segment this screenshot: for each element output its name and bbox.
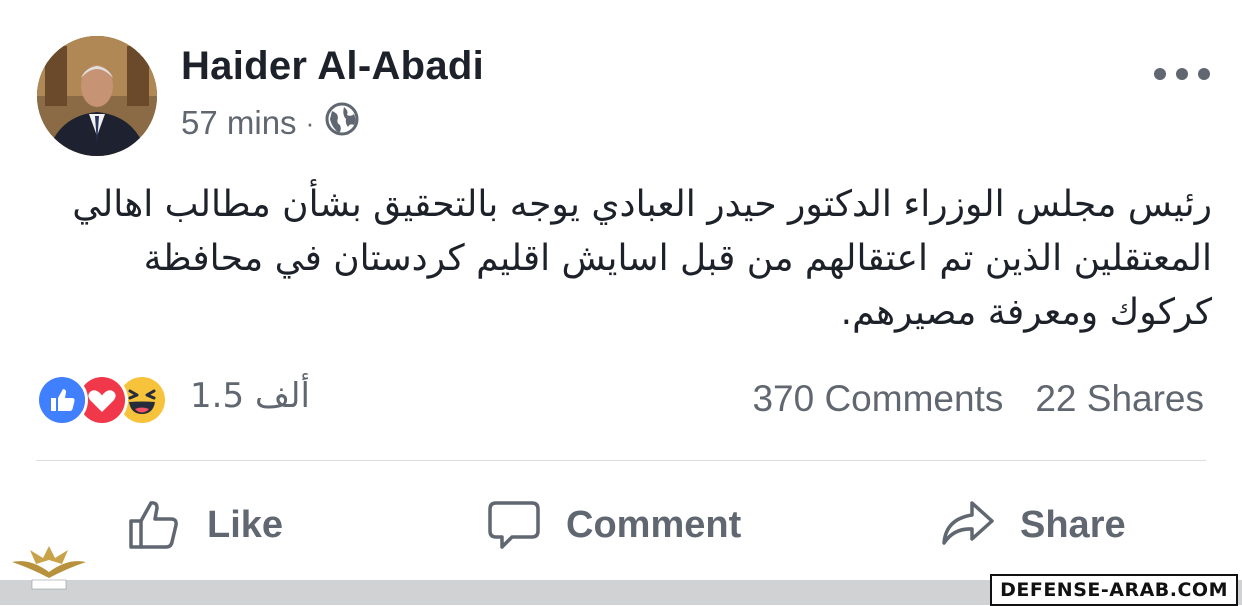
- globe-icon: [324, 101, 360, 145]
- post-time[interactable]: 57 mins: [181, 104, 297, 142]
- author-avatar[interactable]: [37, 36, 157, 156]
- author-name[interactable]: Haider Al-Abadi: [181, 44, 484, 89]
- like-label: Like: [207, 503, 284, 546]
- comments-count[interactable]: 370 Comments: [752, 378, 1003, 420]
- forum-logo: [12, 546, 86, 590]
- divider: [36, 460, 1206, 461]
- more-dot: [1176, 68, 1188, 80]
- more-dot: [1198, 68, 1210, 80]
- more-dot: [1154, 68, 1166, 80]
- share-arrow-icon: [940, 497, 996, 553]
- post-stats: 370 Comments 22 Shares: [752, 378, 1204, 420]
- more-options-icon[interactable]: [1154, 64, 1210, 84]
- comment-label: Comment: [566, 503, 742, 546]
- shares-count[interactable]: 22 Shares: [1035, 378, 1204, 420]
- meta-separator: ·: [305, 107, 315, 138]
- share-button[interactable]: Share: [940, 495, 1126, 555]
- thumbs-up-icon: [127, 497, 183, 553]
- comment-bubble-icon: [486, 497, 542, 553]
- like-reaction-icon: [36, 374, 88, 426]
- comment-button[interactable]: Comment: [486, 495, 741, 555]
- reaction-icons[interactable]: [36, 374, 168, 426]
- site-watermark: DEFENSE-ARAB.COM: [990, 574, 1238, 606]
- reaction-count[interactable]: 1.5 ألف: [190, 376, 310, 416]
- post-text: رئيس مجلس الوزراء الدكتور حيدر العبادي ي…: [72, 184, 1212, 333]
- share-label: Share: [1020, 503, 1126, 546]
- like-button[interactable]: Like: [127, 495, 283, 555]
- post-meta: 57 mins ·: [181, 101, 360, 145]
